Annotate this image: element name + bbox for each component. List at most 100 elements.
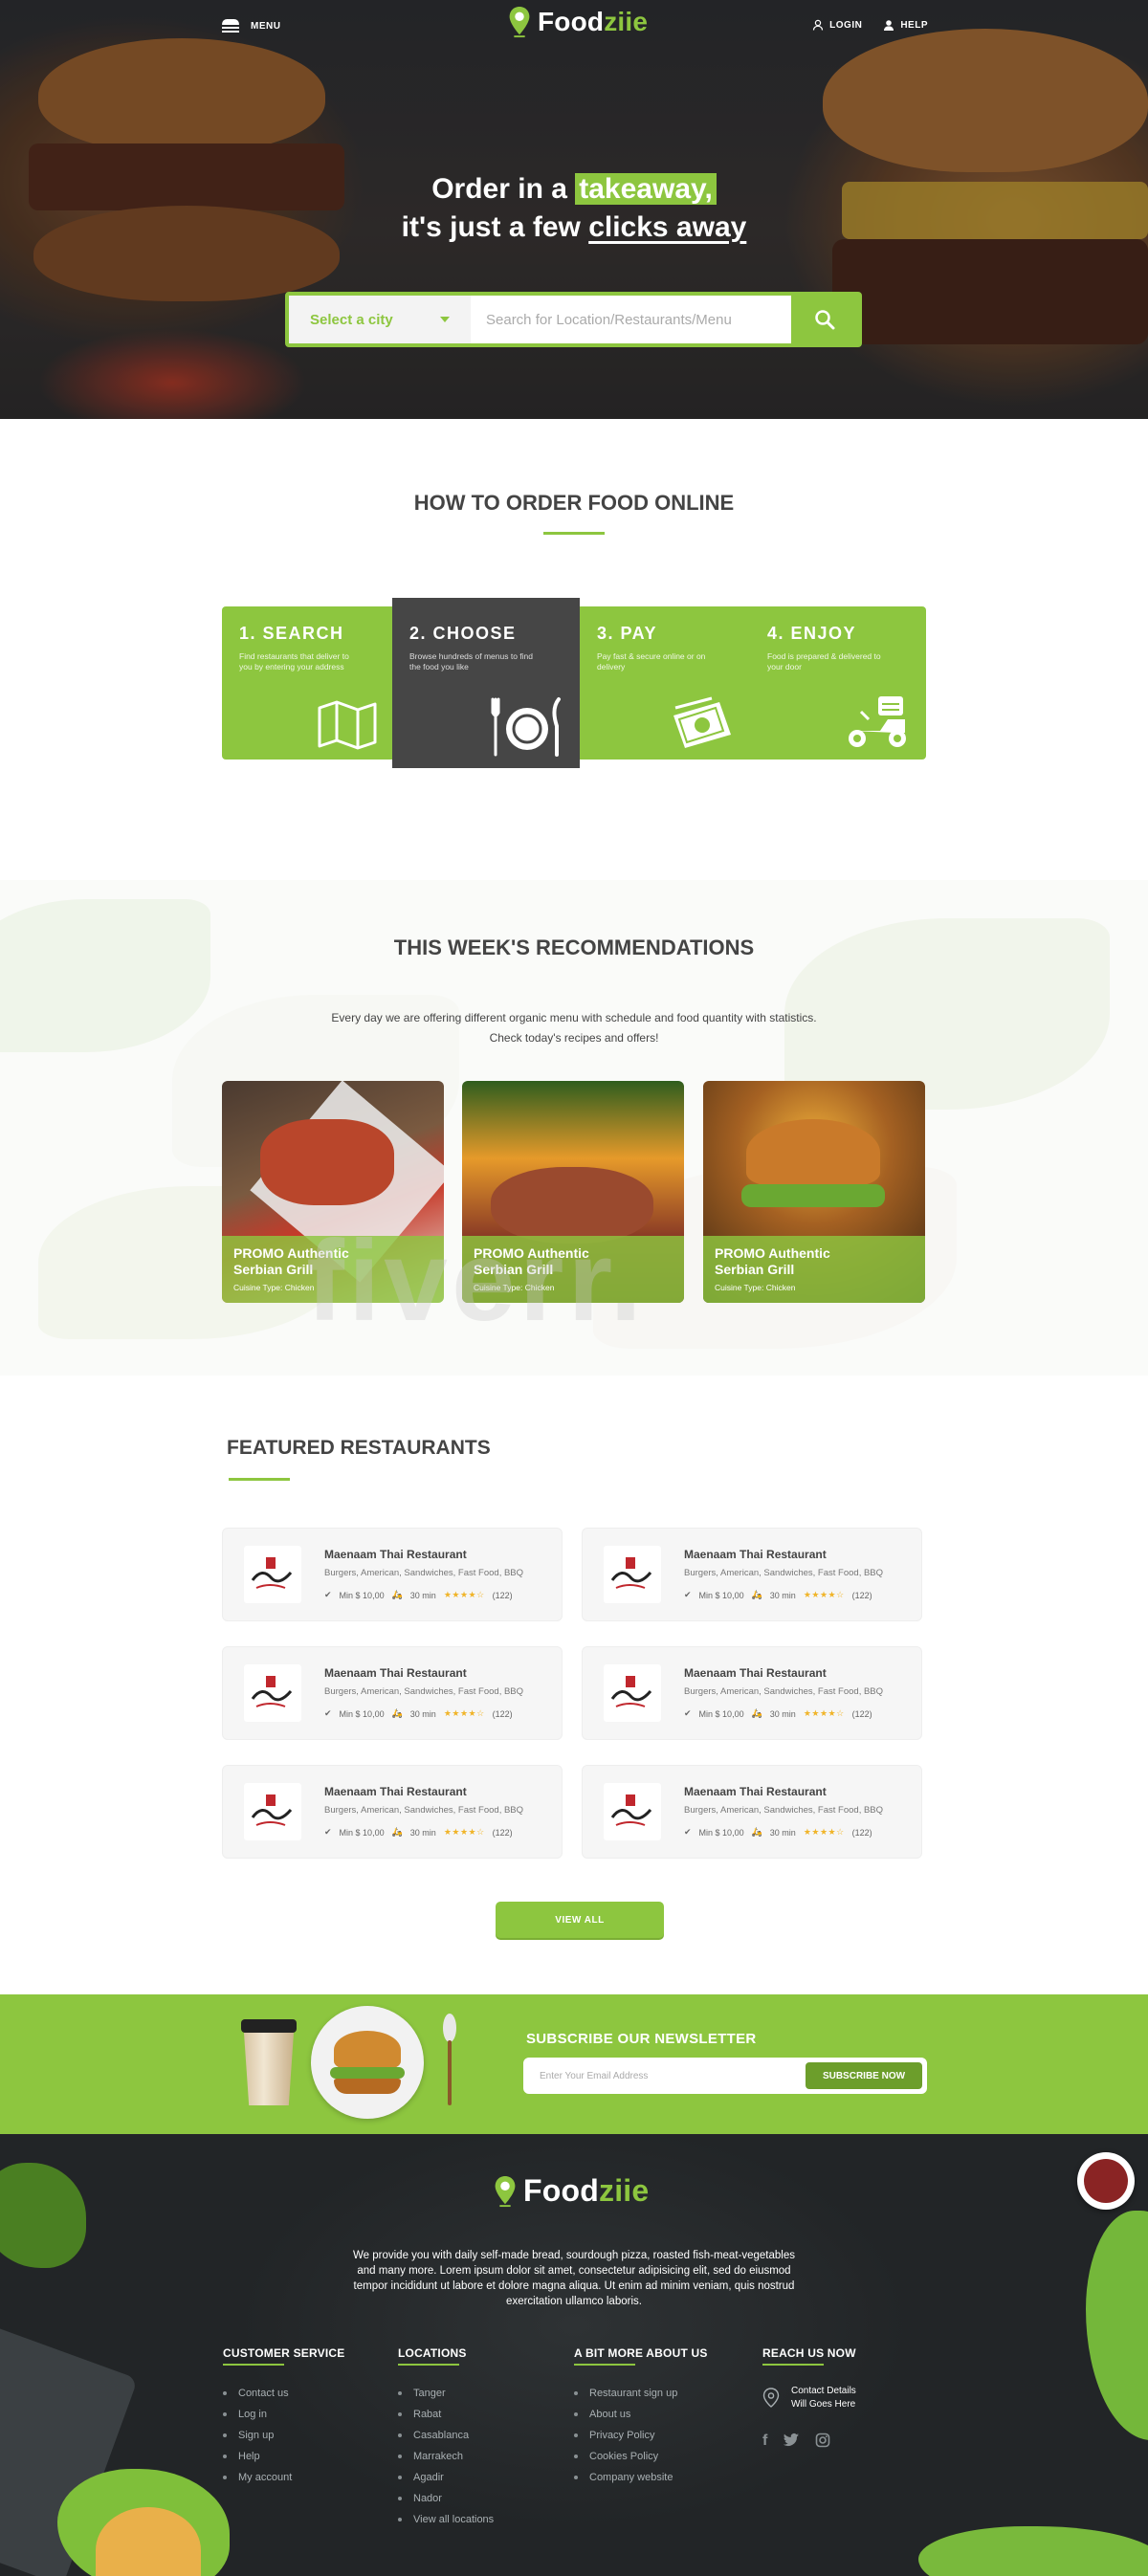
step-choose[interactable]: 2. CHOOSE Browse hundreds of menus to fi…	[392, 598, 580, 768]
title-underline	[223, 2364, 284, 2366]
location-pin-icon	[509, 6, 530, 38]
review-count: (122)	[851, 1708, 872, 1719]
title-underline	[398, 2364, 459, 2366]
restaurant-cuisine: Burgers, American, Sandwiches, Fast Food…	[324, 1568, 524, 1578]
footer-link[interactable]: Restaurant sign up	[574, 2383, 708, 2404]
footer-link[interactable]: Rabat	[398, 2404, 494, 2425]
lettuce-decoration	[1086, 2211, 1148, 2440]
step-title: 2. CHOOSE	[409, 624, 517, 643]
footer-link[interactable]: Help	[223, 2446, 344, 2467]
title-underline	[229, 1478, 290, 1481]
subscribe-button[interactable]: SUBSCRIBE NOW	[806, 2062, 922, 2089]
search-input[interactable]	[471, 296, 791, 343]
logo-text-main: Food	[538, 7, 605, 36]
footer-link[interactable]: Privacy Policy	[574, 2425, 708, 2446]
title-underline	[574, 2364, 635, 2366]
facebook-icon[interactable]: f	[762, 2433, 767, 2450]
city-select[interactable]: Select a city	[289, 296, 471, 343]
footer-link[interactable]: Nador	[398, 2488, 494, 2509]
delivery-time: 30 min	[769, 1590, 796, 1600]
step-title: 1. SEARCH	[239, 624, 344, 643]
restaurant-name[interactable]: Maenaam Thai Restaurant	[324, 1666, 467, 1680]
menu-button[interactable]: MENU	[222, 19, 280, 33]
recommendations-title: THIS WEEK'S RECOMMENDATIONS	[393, 936, 755, 959]
email-input[interactable]	[528, 2062, 806, 2089]
newsletter-title: SUBSCRIBE OUR NEWSLETTER	[526, 2031, 757, 2047]
restaurant-logo-image	[251, 1794, 293, 1826]
footer-link[interactable]: Log in	[223, 2404, 344, 2425]
footer-column-customer-service: CUSTOMER SERVICE Contact us Log in Sign …	[223, 2346, 344, 2488]
restaurant-card[interactable]: Maenaam Thai Restaurant Burgers, American…	[582, 1765, 922, 1859]
delivery-bike-icon: 🛵	[391, 1708, 403, 1718]
hero-highlight: takeaway,	[575, 173, 717, 205]
restaurant-card[interactable]: Maenaam Thai Restaurant Burgers, American…	[222, 1528, 563, 1621]
instagram-icon[interactable]	[815, 2433, 830, 2448]
restaurant-card[interactable]: Maenaam Thai Restaurant Burgers, American…	[582, 1646, 922, 1740]
footer-logo[interactable]: Foodziie	[493, 2173, 649, 2209]
coffee-cup-image	[241, 2019, 297, 2105]
hero-headline: Order in a takeaway, it's just a few cli…	[0, 170, 1148, 247]
footer-link[interactable]: Cookies Policy	[574, 2446, 708, 2467]
recommendation-card[interactable]: PROMO Authentic Serbian Grill Cuisine Ty…	[703, 1081, 925, 1303]
header-logo[interactable]: Foodziie	[507, 6, 648, 38]
contact-details: Contact Details Will Goes Here	[762, 2385, 856, 2411]
hero-underline: clicks away	[588, 211, 747, 243]
footer-link[interactable]: Tanger	[398, 2383, 494, 2404]
footer-link[interactable]: View all locations	[398, 2509, 494, 2530]
min-order: Min $ 10,00	[698, 1590, 744, 1600]
footer-link[interactable]: Agadir	[398, 2467, 494, 2488]
search-button[interactable]	[791, 296, 858, 343]
rating-stars: ★★★★☆	[443, 1708, 485, 1718]
restaurant-name[interactable]: Maenaam Thai Restaurant	[684, 1666, 827, 1680]
footer-link[interactable]: Company website	[574, 2467, 708, 2488]
footer-description: We provide you with daily self-made brea…	[0, 2248, 1148, 2309]
restaurant-logo-image	[251, 1557, 293, 1589]
delivery-time: 30 min	[409, 1590, 436, 1600]
footer-link[interactable]: My account	[223, 2467, 344, 2488]
footer-link[interactable]: Sign up	[223, 2425, 344, 2446]
step-title: 3. PAY	[597, 624, 658, 643]
rating-stars: ★★★★☆	[803, 1590, 845, 1599]
step-pay[interactable]: 3. PAY Pay fast & secure online or on de…	[580, 606, 750, 760]
restaurant-logo-image	[251, 1676, 293, 1707]
delivery-bike-icon: 🛵	[391, 1827, 403, 1837]
restaurant-card[interactable]: Maenaam Thai Restaurant Burgers, American…	[582, 1528, 922, 1621]
step-search[interactable]: 1. SEARCH Find restaurants that deliver …	[222, 606, 392, 760]
restaurant-card[interactable]: Maenaam Thai Restaurant Burgers, American…	[222, 1765, 563, 1859]
user-outline-icon	[813, 19, 824, 31]
footer-link[interactable]: Contact us	[223, 2383, 344, 2404]
logo-text-main: Food	[523, 2173, 599, 2208]
restaurant-logo-image	[610, 1794, 652, 1826]
burger-bun-image	[746, 1119, 880, 1186]
lettuce-decoration	[918, 2526, 1148, 2576]
newsletter-form: SUBSCRIBE NOW	[523, 2058, 927, 2094]
footer-description-text: We provide you with daily self-made brea…	[353, 2250, 795, 2307]
footer-link[interactable]: About us	[574, 2404, 708, 2425]
restaurant-name[interactable]: Maenaam Thai Restaurant	[324, 1548, 467, 1561]
restaurant-name[interactable]: Maenaam Thai Restaurant	[324, 1785, 467, 1798]
view-all-button[interactable]: VIEW ALL	[496, 1902, 664, 1938]
spice-bowl-image	[1084, 2159, 1128, 2203]
rating-stars: ★★★★☆	[803, 1827, 845, 1837]
footer-column-locations: LOCATIONS Tanger Rabat Casablanca Marrak…	[398, 2346, 494, 2530]
help-link[interactable]: HELP	[883, 19, 928, 31]
footer-link[interactable]: Casablanca	[398, 2425, 494, 2446]
check-icon: ✔	[324, 1827, 332, 1837]
plate-burger-image	[311, 2006, 424, 2119]
scroll-top-button[interactable]	[1077, 2152, 1135, 2210]
footer-column-title: A BIT MORE ABOUT US	[574, 2346, 708, 2360]
step-enjoy[interactable]: 4. ENJOY Food is prepared & delivered to…	[750, 606, 926, 760]
restaurant-card[interactable]: Maenaam Thai Restaurant Burgers, American…	[222, 1646, 563, 1740]
step-desc: Pay fast & secure online or on delivery	[597, 651, 706, 672]
footer-link[interactable]: Marrakech	[398, 2446, 494, 2467]
restaurant-name[interactable]: Maenaam Thai Restaurant	[684, 1785, 827, 1798]
restaurant-name[interactable]: Maenaam Thai Restaurant	[684, 1548, 827, 1561]
restaurant-logo	[244, 1664, 301, 1722]
footer-column-title: CUSTOMER SERVICE	[223, 2346, 345, 2360]
login-link[interactable]: LOGIN	[812, 19, 862, 31]
how-to-title: HOW TO ORDER FOOD ONLINE	[413, 491, 735, 515]
restaurant-cuisine: Burgers, American, Sandwiches, Fast Food…	[684, 1686, 884, 1697]
twitter-icon[interactable]	[783, 2433, 800, 2448]
hero-line1-text: Order in a	[431, 173, 576, 205]
card-caption: PROMO Authentic Serbian Grill Cuisine Ty…	[703, 1236, 925, 1303]
